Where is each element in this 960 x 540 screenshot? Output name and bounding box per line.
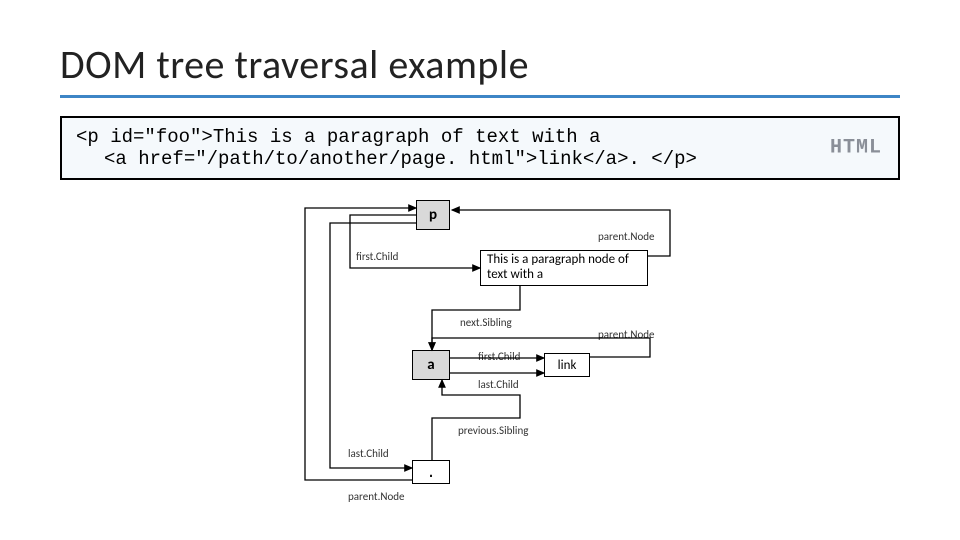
label-parentnode-text-p: parent.Node — [598, 230, 655, 243]
code-box: <p id="foo">This is a paragraph of text … — [60, 116, 900, 180]
slide: DOM tree traversal example <p id="foo">T… — [0, 0, 960, 540]
label-parentnode-link-a: parent.Node — [598, 328, 655, 341]
node-text-paragraph: This is a paragraph node of text with a — [480, 250, 648, 286]
label-lastchild-p-dot: last.Child — [348, 447, 389, 460]
node-p: p — [416, 200, 450, 230]
node-a: a — [412, 350, 450, 380]
title-underline — [60, 95, 900, 98]
dom-diagram: p This is a paragraph node of text with … — [130, 200, 830, 520]
title-wrap: DOM tree traversal example — [60, 40, 900, 98]
label-firstchild-p-text: first.Child — [356, 250, 398, 263]
label-nextsibling-text-a: next.Sibling — [460, 316, 512, 329]
code-line-2: <a href="/path/to/another/page. html">li… — [76, 148, 884, 170]
label-previoussibling-dot-a: previous.Sibling — [458, 424, 528, 437]
slide-title: DOM tree traversal example — [60, 40, 900, 89]
label-firstchild-a-link: first.Child — [478, 350, 520, 363]
node-text-dot: . — [412, 460, 450, 484]
code-line-1: <p id="foo">This is a paragraph of text … — [76, 126, 884, 148]
node-text-link: link — [544, 353, 590, 377]
label-parentnode-dot-p: parent.Node — [348, 490, 405, 503]
label-lastchild-a-link: last.Child — [478, 378, 519, 391]
html-badge: HTML — [830, 137, 882, 160]
